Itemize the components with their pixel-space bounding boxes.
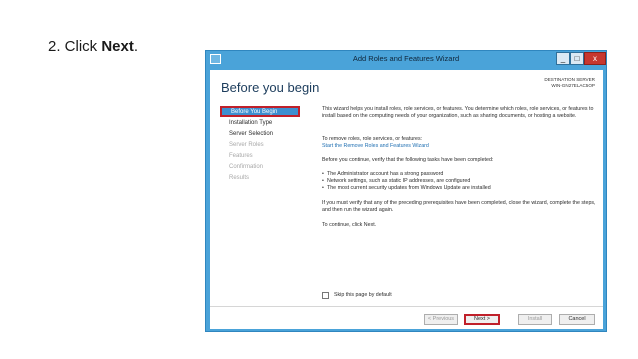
caption-bold: Next xyxy=(101,38,134,55)
nav-item-server-roles: Server Roles xyxy=(229,142,264,148)
wizard-window: Add Roles and Features Wizard _ □ x Befo… xyxy=(205,50,607,332)
wizard-client-area: Before you begin DESTINATION SERVER WIN-… xyxy=(210,70,603,329)
caption-suffix: . xyxy=(133,38,139,55)
skip-page-label[interactable]: Skip this page by default xyxy=(334,292,392,299)
prereq-instructions: If you must verify that any of the prece… xyxy=(322,200,596,213)
verify-text: Before you continue, verify that the fol… xyxy=(322,157,494,163)
prereq-bullet: The Administrator account has a strong p… xyxy=(322,171,597,178)
title-bar[interactable]: Add Roles and Features Wizard _ □ x xyxy=(206,51,606,68)
minimize-button[interactable]: _ xyxy=(556,52,570,65)
prereq-bullet: Network settings, such as static IP addr… xyxy=(322,178,597,185)
nav-item-results: Results xyxy=(229,175,250,181)
nav-item-features: Features xyxy=(229,153,253,159)
prereq-bullet: The most current security updates from W… xyxy=(322,185,597,192)
caption-prefix: 2. Click xyxy=(48,38,102,55)
prereq-bullet-text: The most current security updates from W… xyxy=(327,185,491,191)
maximize-button[interactable]: □ xyxy=(570,52,584,65)
continue-text: To continue, click Next. xyxy=(322,222,377,228)
prereq-bullet-text: Network settings, such as static IP addr… xyxy=(327,178,471,184)
cancel-button[interactable]: Cancel xyxy=(559,314,595,325)
next-button[interactable]: Next > xyxy=(464,314,500,325)
intro-text: This wizard helps you install roles, rol… xyxy=(322,106,594,119)
slide-caption: 2. Click Next. xyxy=(48,38,138,55)
window-title: Add Roles and Features Wizard xyxy=(352,54,460,63)
destination-server-label: DESTINATION SERVER xyxy=(544,77,595,82)
skip-page-checkbox[interactable] xyxy=(322,292,329,299)
close-button[interactable]: x xyxy=(584,52,606,65)
nav-item-server-selection[interactable]: Server Selection xyxy=(220,129,300,140)
destination-server-name: WIN-GN27ELAC5OP xyxy=(551,83,595,88)
remove-roles-text: To remove roles, role services, or featu… xyxy=(322,136,423,142)
nav-item-confirmation: Confirmation xyxy=(229,164,264,170)
page-title: Before you begin xyxy=(221,80,320,95)
previous-button[interactable]: < Previous xyxy=(424,314,458,325)
nav-item-before-you-begin[interactable]: Before You Begin xyxy=(220,106,300,117)
install-button[interactable]: Install xyxy=(518,314,552,325)
footer-divider xyxy=(210,306,603,307)
prereq-bullet-text: The Administrator account has a strong p… xyxy=(327,171,444,177)
nav-item-installation-type[interactable]: Installation Type xyxy=(220,118,300,129)
remove-roles-link[interactable]: Start the Remove Roles and Features Wiza… xyxy=(322,143,597,150)
